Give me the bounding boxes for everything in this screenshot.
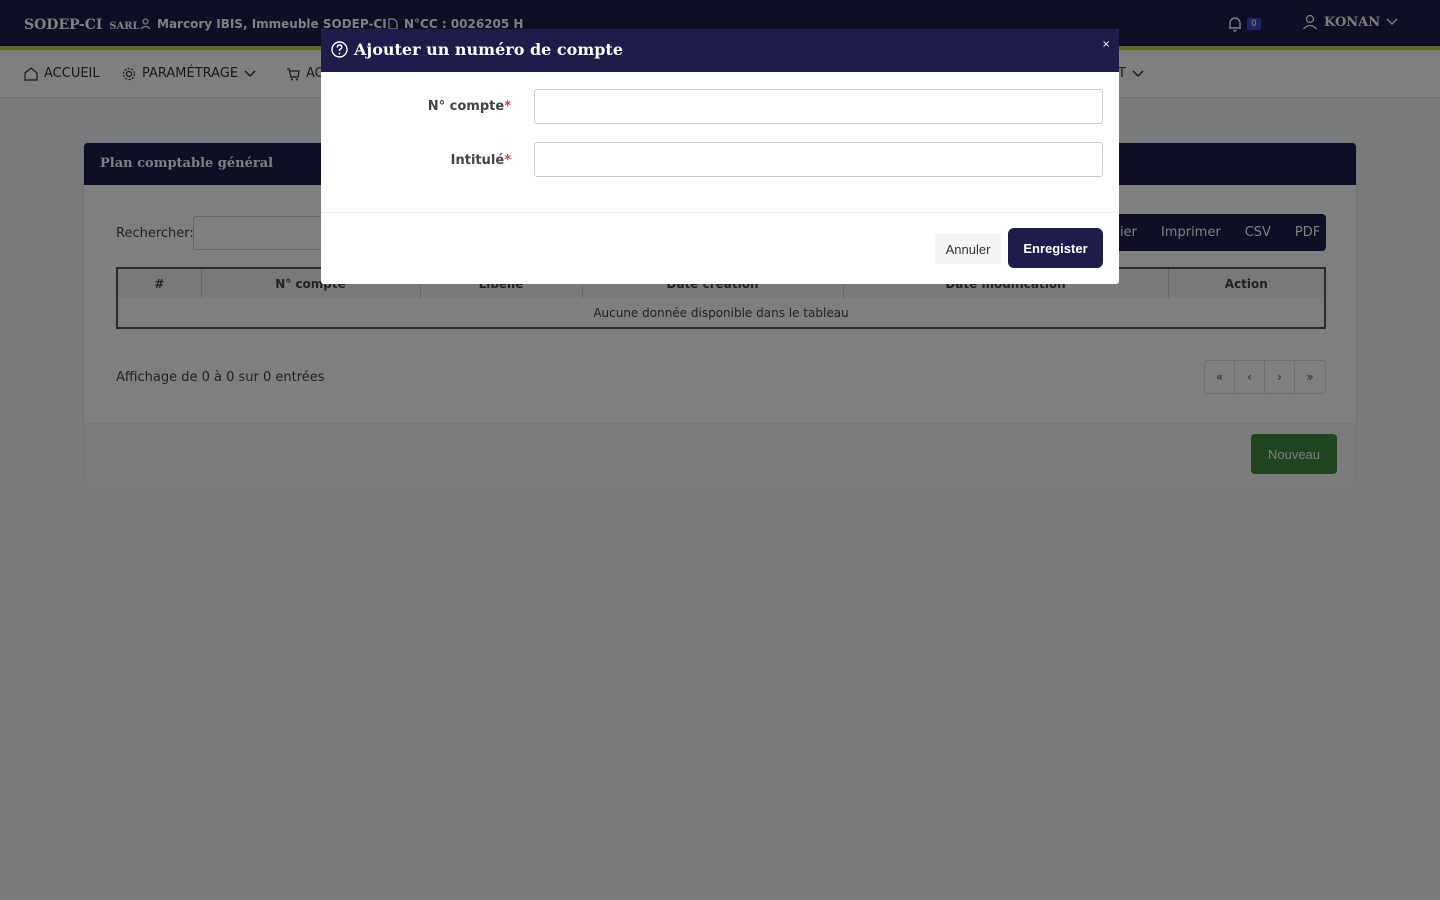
account-title-label-text: Intitulé: [450, 153, 505, 168]
add-account-modal: Ajouter un numéro de compte × N° compte*…: [321, 29, 1119, 284]
cancel-button[interactable]: Annuler: [935, 234, 1001, 264]
account-title-input[interactable]: [534, 142, 1103, 177]
modal-title-text: Ajouter un numéro de compte: [354, 40, 623, 59]
modal-title: Ajouter un numéro de compte: [331, 40, 623, 59]
required-marker: *: [504, 99, 511, 114]
modal-header: Ajouter un numéro de compte ×: [321, 29, 1119, 72]
question-circle-icon: [331, 41, 348, 58]
close-icon[interactable]: ×: [1102, 39, 1110, 50]
account-number-label-text: N° compte: [427, 99, 505, 114]
account-title-label: Intitulé*: [331, 153, 511, 168]
account-number-input[interactable]: [534, 89, 1103, 124]
required-marker: *: [504, 153, 511, 168]
save-button[interactable]: Enregister: [1008, 228, 1103, 268]
account-number-label: N° compte*: [331, 99, 511, 114]
